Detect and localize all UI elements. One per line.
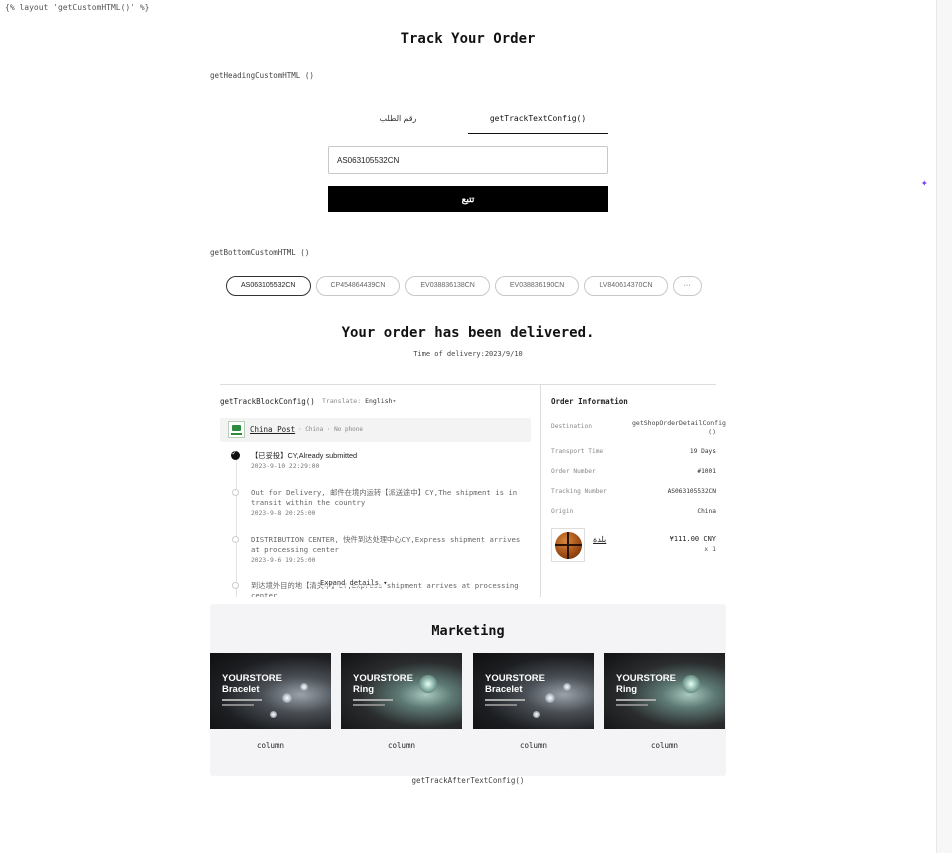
after-text-config: getTrackAfterTextConfig()	[411, 776, 525, 785]
track-block-config: getTrackBlockConfig()	[220, 397, 315, 406]
info-value: AS063105532CN	[667, 488, 716, 495]
carrier-meta: · China · No phone	[298, 426, 364, 433]
expand-details-button[interactable]: Expand details ▾	[320, 579, 388, 587]
delivery-status-title: Your order has been delivered.	[341, 325, 595, 341]
tracking-chip[interactable]: LV840614370CN	[584, 276, 668, 296]
event-text: 【已妥投】CY,Already submitted	[251, 451, 358, 460]
info-value: getShopOrderDetailConfig ()	[632, 419, 726, 436]
product-quantity: x 1	[704, 545, 716, 553]
marketing-card-ring[interactable]: YOURSTORE Ring	[341, 653, 462, 729]
tracking-chip[interactable]: AS063105532CN	[226, 276, 311, 296]
timeline-event: DISTRIBUTION CENTER, 快件到达处理中心CY,Express …	[232, 535, 531, 564]
carrier-name[interactable]: China Post	[250, 425, 295, 434]
translate-label: Translate:	[322, 397, 362, 405]
event-text: Out for Delivery, 邮件在境内运转【派送途中】CY,The sh…	[251, 488, 518, 507]
product-image[interactable]	[551, 528, 585, 562]
heading-custom-html: getHeadingCustomHTML ()	[210, 71, 314, 80]
tracking-timeline-column: getTrackBlockConfig() Translate: English…	[220, 385, 541, 597]
marketing-card-ring[interactable]: YOURSTORE Ring	[604, 653, 725, 729]
timeline-line	[236, 455, 237, 597]
event-text: DISTRIBUTION CENTER, 快件到达处理中心CY,Express …	[251, 535, 521, 554]
tracking-chip[interactable]: EV038836138CN	[405, 276, 490, 296]
event-time: 2023-9-8 20:25:00	[251, 510, 316, 517]
page-title: Track Your Order	[400, 31, 536, 47]
info-row-destination: Destination getShopOrderDetailConfig ()	[551, 419, 726, 436]
tracking-chip[interactable]: EV038836190CN	[494, 276, 580, 296]
tab-tracking-number[interactable]: getTrackTextConfig()	[468, 110, 608, 134]
timeline-dot	[232, 536, 239, 543]
delivery-time: Time of delivery:2023/9/10	[413, 350, 523, 358]
bottom-custom-html: getBottomCustomHTML ()	[210, 248, 310, 257]
marketing-section: Marketing YOURSTORE Bracelet YOURSTORE Rin…	[210, 604, 726, 776]
info-row-tracking-number: Tracking Number AS063105532CN	[551, 488, 716, 495]
tab-order-number[interactable]: رقم الطلب	[328, 110, 468, 134]
info-row-transport-time: Transport Time 19 Days	[551, 448, 716, 455]
timeline-event: 到达境外目的地【清关中】CY,Express shipment arrives …	[232, 581, 531, 597]
product-price: ¥111.00 CNY	[669, 535, 716, 543]
china-post-logo	[228, 421, 245, 438]
event-text: 到达境外目的地【清关中】CY,Express shipment arrives …	[251, 581, 519, 597]
info-label: Tracking Number	[551, 488, 607, 495]
marketing-card-bracelet[interactable]: YOURSTORE Bracelet	[210, 653, 331, 729]
marketing-title: Marketing	[431, 623, 505, 639]
info-label: Destination	[551, 423, 592, 430]
event-time: 2023-9-10 22:29:00	[251, 463, 320, 470]
product-name[interactable]: بلدة	[593, 535, 606, 544]
lookup-tabs: رقم الطلب getTrackTextConfig()	[328, 110, 608, 134]
timeline-dot	[232, 582, 239, 589]
page-scrollbar[interactable]	[936, 0, 952, 853]
column-label: column	[519, 741, 548, 750]
timeline-dot	[232, 489, 239, 496]
card-brand-text: YOURSTORE Ring	[353, 673, 414, 695]
translate-value: English	[365, 397, 393, 405]
info-row-origin: Origin China	[551, 508, 716, 515]
info-label: Origin	[551, 508, 574, 515]
check-icon	[231, 449, 240, 460]
tracking-chip[interactable]: CP454864439CN	[315, 276, 401, 296]
more-chips-button[interactable]: ···	[672, 276, 702, 296]
marketing-card-bracelet[interactable]: YOURSTORE Bracelet	[473, 653, 594, 729]
info-value: 19 Days	[689, 448, 716, 455]
timeline-event: 【已妥投】CY,Already submitted 2023-9-10 22:2…	[231, 449, 531, 470]
layout-tag: {% layout 'getCustomHTML()' %}	[5, 3, 150, 12]
info-value: #1001	[697, 468, 716, 475]
tracking-number-input[interactable]	[328, 146, 608, 174]
card-brand-text: YOURSTORE Ring	[616, 673, 677, 695]
expand-label: Expand details	[320, 579, 380, 587]
order-info-title: Order Information	[551, 397, 628, 406]
tracking-panel: getTrackBlockConfig() Translate: English…	[220, 384, 726, 597]
info-label: Order Number	[551, 468, 596, 475]
timeline-event: Out for Delivery, 邮件在境内运转【派送途中】CY,The sh…	[232, 488, 531, 517]
info-value: China	[697, 508, 716, 515]
order-information: Order Information Destination getShopOrd…	[551, 385, 726, 597]
sparkle-icon[interactable]: ✦	[921, 176, 928, 189]
chevron-down-icon: ▾	[383, 579, 388, 587]
column-label: column	[256, 741, 285, 750]
chevron-down-icon: ▾	[392, 397, 397, 405]
card-brand-text: YOURSTORE Bracelet	[222, 673, 283, 695]
tracking-number-chips: AS063105532CN CP454864439CN EV038836138C…	[226, 276, 702, 296]
carrier-bar: China Post · China · No phone	[220, 418, 531, 442]
column-label: column	[387, 741, 416, 750]
info-label: Transport Time	[551, 448, 604, 455]
card-brand-text: YOURSTORE Bracelet	[485, 673, 546, 695]
translate-select[interactable]: Translate: English▾	[322, 397, 396, 405]
track-button[interactable]: تتبع	[328, 186, 608, 212]
column-label: column	[650, 741, 679, 750]
info-row-order-number: Order Number #1001	[551, 468, 716, 475]
event-time: 2023-9-6 19:25:00	[251, 557, 316, 564]
